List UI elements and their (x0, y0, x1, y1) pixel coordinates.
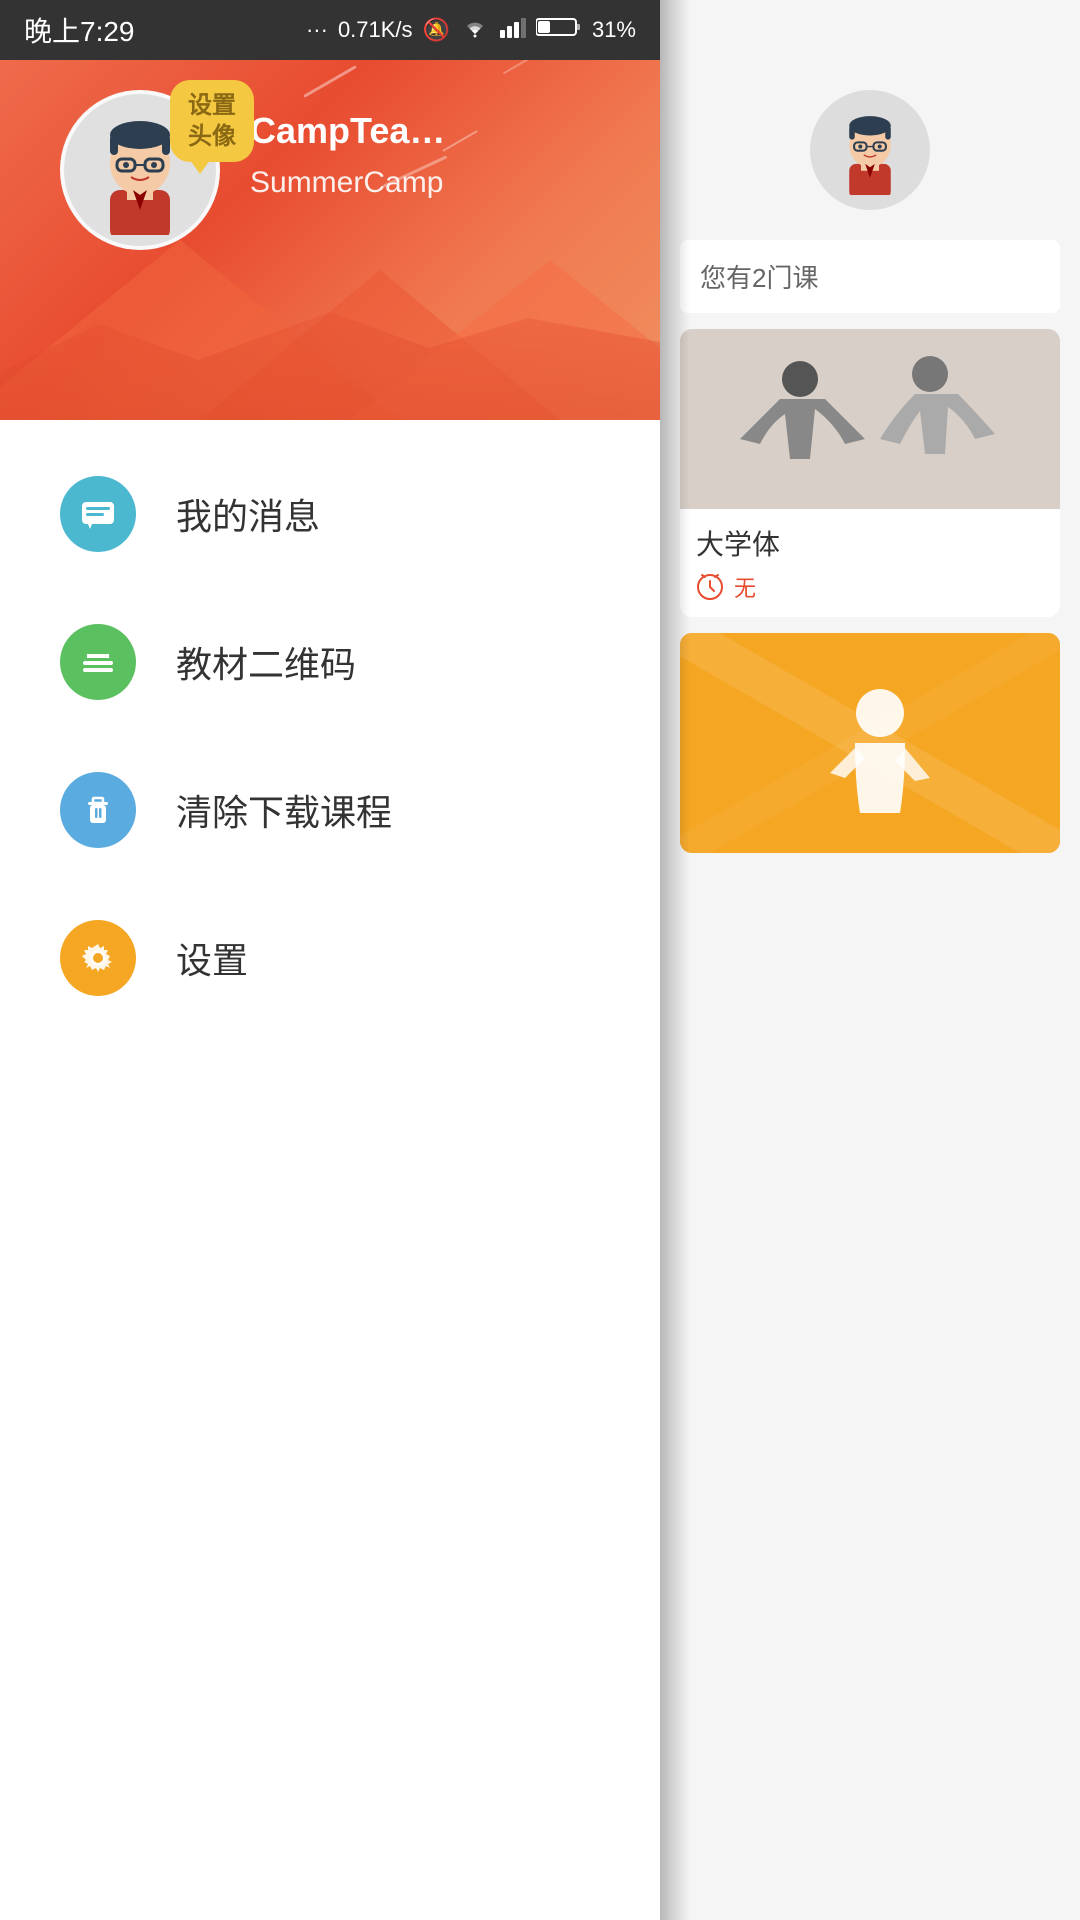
speed-indicator: 0.71K/s (338, 17, 413, 43)
drawer-panel: 设置 头像 CampTea… SummerCamp 我的消息 (0, 0, 660, 1920)
gear-icon (60, 920, 136, 996)
status-bar: 晚上7:29 ··· 0.71K/s 🔕 (0, 0, 660, 60)
messages-label: 我的消息 (176, 488, 320, 540)
battery-icon (536, 16, 582, 44)
avatar-area: 设置 头像 CampTea… SummerCamp (60, 90, 445, 250)
menu-item-settings[interactable]: 设置 (0, 884, 660, 1032)
drawer-header: 设置 头像 CampTea… SummerCamp (0, 0, 660, 420)
status-time: 晚上7:29 (24, 10, 135, 50)
qrcode-label: 教材二维码 (176, 636, 356, 688)
trash-icon (60, 772, 136, 848)
battery-percent: 31% (592, 17, 636, 43)
notification-bar: 您有2门课 (680, 240, 1060, 313)
mute-icon: 🔕 (423, 17, 450, 43)
menu-item-qrcode[interactable]: 教材二维码 (0, 588, 660, 736)
network-icon: ··· (306, 17, 328, 43)
user-info: CampTea… SummerCamp (250, 110, 445, 200)
user-name: CampTea… (250, 110, 445, 152)
menu-item-messages[interactable]: 我的消息 (0, 440, 660, 588)
right-status (660, 0, 1080, 60)
course-info-fitness: 大学体 无 (680, 509, 1060, 617)
course-card-fitness[interactable]: 大学体 无 (680, 329, 1060, 617)
course-card-yellow[interactable] (680, 633, 1060, 853)
status-icons: ··· 0.71K/s 🔕 31 (306, 16, 636, 44)
menu-item-clear[interactable]: 清除下载课程 (0, 736, 660, 884)
right-panel: 您有2门课 大学体 (660, 0, 1080, 1920)
right-avatar (810, 90, 930, 210)
course-meta-fitness: 无 (696, 571, 1044, 603)
drawer-menu: 我的消息 教材二维码 (0, 420, 660, 1052)
notification-text: 您有2门课 (700, 263, 818, 293)
settings-label: 设置 (176, 932, 248, 984)
signal-icon (500, 16, 526, 44)
clear-label: 清除下载课程 (176, 784, 392, 836)
messages-icon (60, 476, 136, 552)
qrcode-icon (60, 624, 136, 700)
wifi-icon (460, 16, 490, 44)
set-avatar-bubble[interactable]: 设置 头像 (170, 80, 254, 162)
user-org: SummerCamp (250, 166, 445, 200)
right-avatar-area (660, 60, 1080, 230)
course-title-fitness: 大学体 (696, 523, 1044, 563)
avatar-wrapper[interactable]: 设置 头像 (60, 90, 220, 250)
course-image-fitness (680, 329, 1060, 509)
